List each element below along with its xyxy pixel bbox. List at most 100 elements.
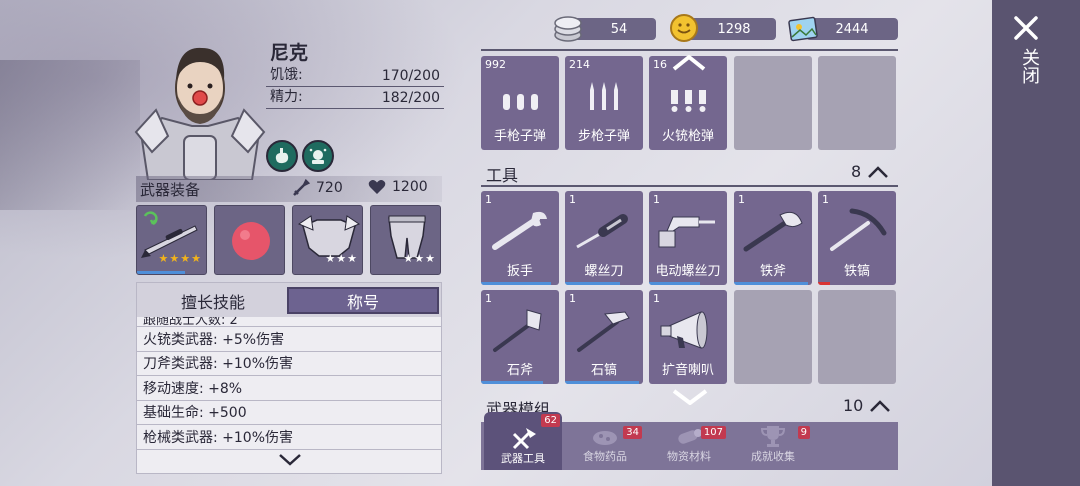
scroll-down-chevron-icon[interactable] bbox=[670, 386, 710, 408]
item-slot-wrench[interactable]: 1 扳手 bbox=[481, 191, 559, 285]
health-stat: 1200 bbox=[368, 179, 428, 195]
gold-resource[interactable]: 1298 bbox=[686, 18, 776, 40]
wrench-icon bbox=[492, 211, 547, 250]
tab-label: 成就收集 bbox=[751, 450, 795, 463]
tab-food-medicine[interactable]: 食物药品 34 bbox=[566, 424, 644, 468]
item-label: 铁斧 bbox=[759, 264, 786, 279]
empty-slot[interactable] bbox=[734, 56, 812, 150]
collapse-chevron-icon bbox=[870, 399, 891, 412]
durability-bar bbox=[734, 282, 809, 285]
weapon-stars: ★★★★ bbox=[158, 252, 202, 265]
item-label: 铁镐 bbox=[843, 264, 870, 279]
empty-slot[interactable] bbox=[734, 290, 812, 384]
section-divider bbox=[481, 185, 898, 187]
empty-slot[interactable] bbox=[818, 290, 896, 384]
skill-row: 移动速度: +8% bbox=[137, 376, 441, 401]
item-label: 电动螺丝刀 bbox=[655, 264, 721, 279]
power-drill-icon bbox=[658, 216, 715, 248]
tab-badge: 9 bbox=[797, 426, 810, 439]
weapon-gear-title: 武器装备 bbox=[140, 180, 201, 199]
photo-ticket-icon bbox=[788, 16, 818, 42]
item-slot-iron-pickaxe[interactable]: 1 铁镐 bbox=[818, 191, 896, 285]
close-icon[interactable] bbox=[1012, 14, 1040, 42]
ticket-resource[interactable]: 2444 bbox=[806, 18, 898, 40]
ticket-value: 2444 bbox=[835, 21, 869, 37]
red-nose-icon bbox=[232, 222, 270, 260]
item-slot-stone-pickaxe[interactable]: 1 石镐 bbox=[565, 290, 643, 384]
item-slot-screwdriver[interactable]: 1 螺丝刀 bbox=[565, 191, 643, 285]
gold-coin-icon bbox=[670, 14, 698, 42]
attack-stat: 720 bbox=[292, 179, 343, 197]
gear-slot-accessory[interactable] bbox=[214, 205, 285, 275]
legs-stars: ★★★ bbox=[403, 252, 436, 265]
silver-coins-icon bbox=[554, 16, 582, 42]
heart-icon bbox=[368, 180, 386, 194]
skills-tabs: 擅长技能 称号 bbox=[137, 283, 441, 317]
musket-ammo-icon bbox=[671, 90, 706, 112]
tab-label: 物资材料 bbox=[667, 450, 711, 463]
skill-row: 基础生命: +500 bbox=[137, 401, 441, 425]
scroll-up-chevron-icon[interactable] bbox=[670, 52, 708, 72]
tab-weapons-tools[interactable]: 武器工具 62 bbox=[484, 412, 562, 470]
megaphone-icon bbox=[660, 311, 708, 349]
item-slot-megaphone[interactable]: 1 扩音喇叭 bbox=[649, 290, 727, 384]
food-tab-icon bbox=[593, 431, 617, 445]
tools-count: 8 bbox=[851, 162, 862, 181]
gear-slot-legs[interactable]: ★★★ bbox=[370, 205, 441, 275]
skill-row: 刀斧类武器: +10%伤害 bbox=[137, 352, 441, 376]
mood-status-icon[interactable] bbox=[302, 140, 334, 172]
energy-value: 182/200 bbox=[381, 90, 440, 106]
energy-label: 精力: bbox=[270, 89, 303, 105]
silver-value: 54 bbox=[610, 21, 628, 37]
item-slot-pistol-ammo[interactable]: 992 手枪子弹 bbox=[481, 56, 559, 150]
tab-badge: 34 bbox=[623, 426, 642, 439]
screwdriver-icon bbox=[576, 214, 628, 249]
tab-badge: 107 bbox=[700, 426, 726, 439]
weapon-progress-bar bbox=[137, 271, 186, 274]
item-slot-power-drill[interactable]: 1 电动螺丝刀 bbox=[649, 191, 727, 285]
item-label: 火铳枪弹 bbox=[661, 129, 714, 144]
stone-pickaxe-icon bbox=[577, 311, 630, 352]
durability-bar bbox=[565, 282, 620, 285]
item-slot-rifle-ammo[interactable]: 214 步枪子弹 bbox=[565, 56, 643, 150]
scroll-down-chevron-icon[interactable] bbox=[277, 451, 303, 469]
tab-skills[interactable]: 擅长技能 bbox=[141, 287, 285, 314]
axe-icon bbox=[743, 211, 803, 252]
hunger-value: 170/200 bbox=[381, 68, 440, 84]
background-figure bbox=[0, 60, 140, 210]
item-slot-iron-axe[interactable]: 1 铁斧 bbox=[734, 191, 812, 285]
tab-titles[interactable]: 称号 bbox=[287, 287, 439, 314]
durability-bar bbox=[565, 381, 640, 384]
rifle-ammo-icon bbox=[590, 82, 618, 110]
sword-icon bbox=[293, 179, 310, 196]
tools-section-toggle[interactable]: 8 bbox=[851, 162, 889, 181]
skill-row: 枪械类武器: +10%伤害 bbox=[137, 425, 441, 450]
gear-slot-chest[interactable]: ★★★ bbox=[292, 205, 363, 275]
empty-slot[interactable] bbox=[818, 56, 896, 150]
durability-bar bbox=[649, 282, 700, 285]
skill-row-partial: 跟随战士人数: 2 bbox=[137, 317, 441, 327]
energy-stat: 精力: 182/200 bbox=[266, 87, 444, 109]
close-label[interactable]: 关闭 bbox=[1016, 48, 1042, 84]
tab-achievements[interactable]: 成就收集 9 bbox=[734, 424, 812, 468]
gear-slot-weapon[interactable]: ★★★★ bbox=[136, 205, 207, 275]
panel-divider bbox=[481, 49, 898, 51]
stomach-status-icon[interactable] bbox=[266, 140, 298, 172]
item-label: 步枪子弹 bbox=[577, 129, 630, 144]
skill-list[interactable]: 跟随战士人数: 2 火铳类武器: +5%伤害 刀斧类武器: +10%伤害 移动速… bbox=[137, 317, 441, 450]
collapse-chevron-icon bbox=[868, 165, 889, 178]
item-slot-stone-axe[interactable]: 1 石斧 bbox=[481, 290, 559, 384]
character-portrait bbox=[134, 47, 266, 180]
mods-section-toggle[interactable]: 10 bbox=[843, 396, 891, 415]
tab-badge: 62 bbox=[541, 414, 560, 427]
trophy-tab-icon bbox=[760, 426, 786, 447]
durability-bar bbox=[481, 381, 544, 384]
tab-materials[interactable]: 物资材料 107 bbox=[650, 424, 728, 468]
attack-value: 720 bbox=[316, 180, 343, 196]
character-name: 尼克 bbox=[270, 42, 309, 64]
durability-bar bbox=[481, 282, 552, 285]
item-label: 手枪子弹 bbox=[493, 129, 546, 144]
materials-tab-icon bbox=[678, 429, 702, 444]
item-label: 扩音喇叭 bbox=[661, 363, 714, 378]
tab-label: 武器工具 bbox=[501, 452, 545, 465]
